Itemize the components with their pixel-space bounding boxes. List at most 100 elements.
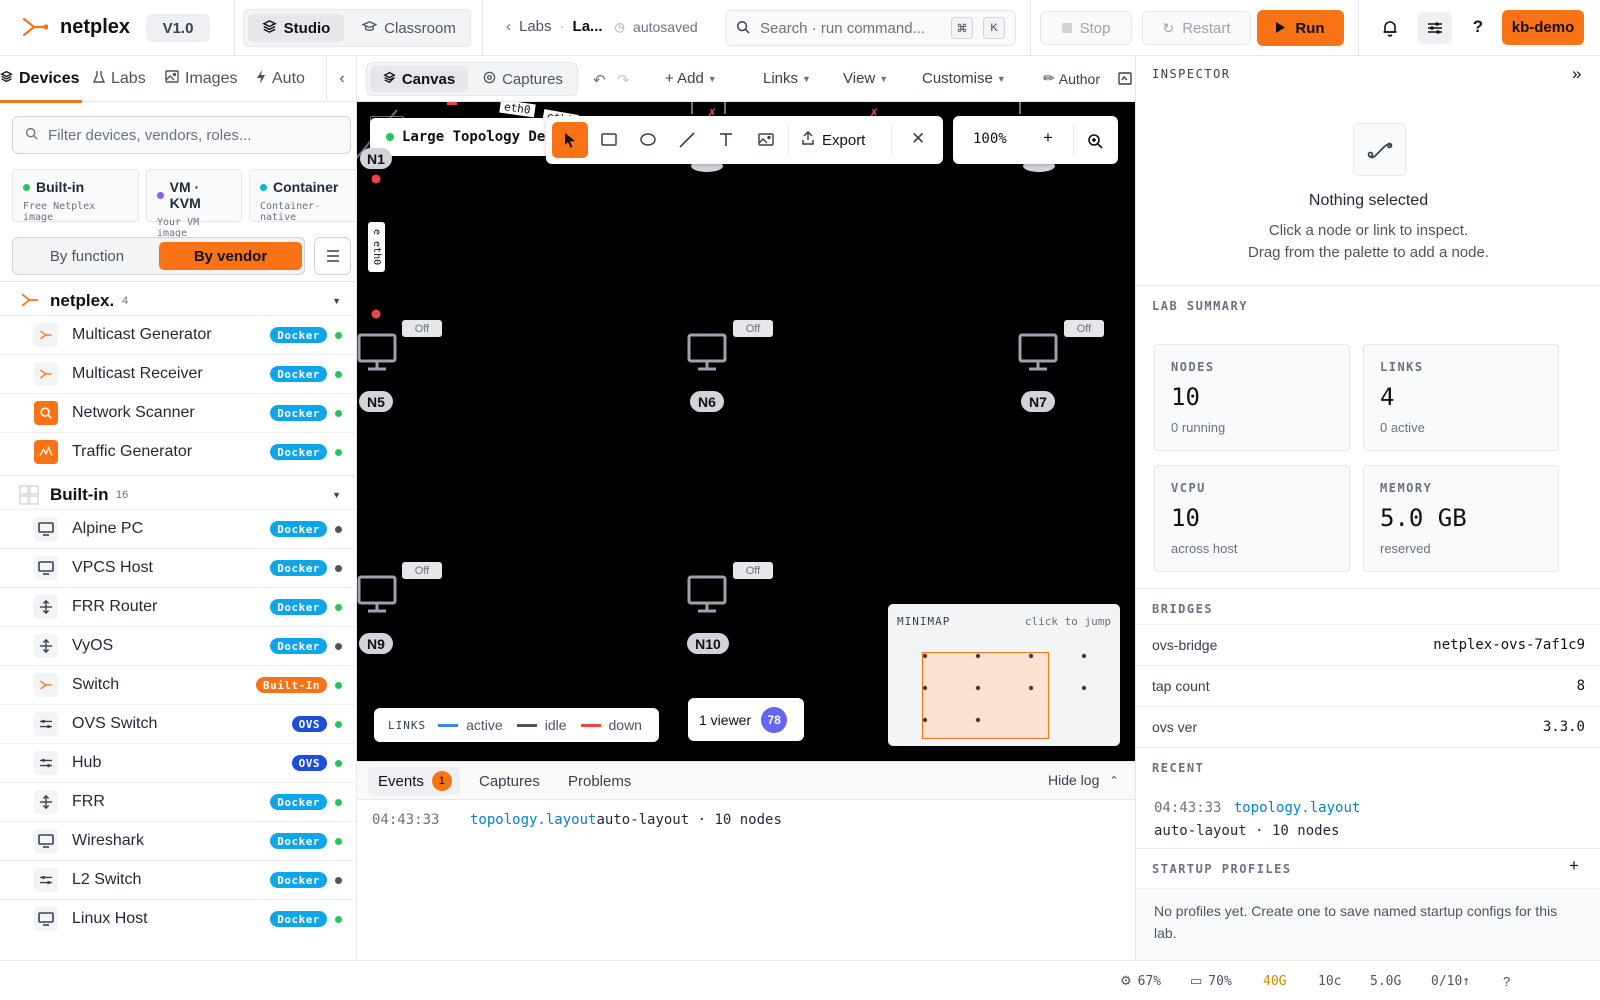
monitor-icon	[34, 517, 58, 541]
drawing-toolbar: Export ✕	[546, 116, 943, 164]
netplex-logo-icon	[22, 17, 48, 37]
node-label-n1[interactable]: N1	[360, 148, 392, 169]
device-filter-input[interactable]: Filter devices, vendors, roles...	[48, 127, 251, 144]
by-function-button[interactable]: By function	[17, 242, 157, 270]
ellipse-tool-icon[interactable]	[640, 133, 656, 149]
run-button[interactable]: Run	[1257, 10, 1344, 46]
device-item[interactable]: VPCS Host Docker	[0, 548, 356, 587]
status-dot	[386, 133, 394, 141]
canvas-tab[interactable]: Canvas	[370, 66, 468, 92]
chevron-left-icon[interactable]: ‹	[506, 18, 511, 35]
device-item[interactable]: Multicast Generator Docker	[0, 315, 356, 354]
command-search[interactable]: Search · run command... ⌘ K	[725, 10, 1016, 46]
device-item[interactable]: Hub OVS	[0, 743, 356, 782]
memory-icon: ▭	[1190, 973, 1203, 988]
device-item[interactable]: Wireshark Docker	[0, 821, 356, 860]
vendor-group-built-in[interactable]: Built-in 16 ▼	[0, 475, 356, 513]
bridge-row: ovs ver 3.3.0	[1136, 706, 1600, 747]
vendor-group-netplex[interactable]: netplex. 4 ▼	[0, 281, 356, 319]
tab-log-captures[interactable]: Captures	[479, 773, 540, 790]
legend-active-swatch	[438, 723, 459, 727]
image-type-badge: Docker	[270, 521, 327, 537]
monitor-icon	[687, 575, 727, 613]
chip-container[interactable]: Container Container-native	[249, 169, 356, 223]
author-button[interactable]: ✏ Author	[1043, 70, 1100, 87]
zoom-in-plus-icon[interactable]: +	[1043, 128, 1053, 148]
classroom-mode-button[interactable]: Classroom	[352, 14, 466, 42]
tab-auto[interactable]: Auto	[256, 56, 305, 102]
group-by-toggle: By function By vendor	[12, 237, 305, 275]
hide-log-button[interactable]: Hide log ⌃	[1048, 772, 1119, 788]
status-dot	[335, 837, 342, 845]
breadcrumb-labs[interactable]: Labs	[519, 18, 552, 35]
bridge-row: ovs-bridge netplex-ovs-7af1c9	[1136, 624, 1600, 665]
links-menu[interactable]: Links ▼	[763, 70, 811, 87]
list-view-icon[interactable]	[314, 237, 351, 275]
text-tool-icon[interactable]	[719, 132, 733, 150]
status-dot	[335, 525, 342, 533]
device-item[interactable]: OVS Switch OVS	[0, 704, 356, 743]
status-dot	[335, 915, 342, 923]
tab-problems[interactable]: Problems	[568, 773, 631, 790]
restart-button[interactable]: ↻ Restart	[1142, 11, 1251, 45]
studio-mode-button[interactable]: Studio	[248, 14, 344, 42]
search-input[interactable]: Search · run command...	[760, 20, 941, 37]
device-item[interactable]: Traffic Generator Docker	[0, 432, 356, 471]
line-tool-icon[interactable]	[679, 132, 695, 151]
stop-button[interactable]: Stop	[1040, 11, 1132, 45]
add-menu[interactable]: + Add ▼	[665, 70, 717, 87]
topology-canvas[interactable]: ✗ ✗ eth0 eth0 e eth0 Large Topology De E…	[357, 102, 1135, 761]
view-menu[interactable]: View ▼	[843, 70, 888, 87]
device-filter[interactable]: Filter devices, vendors, roles...	[12, 116, 351, 154]
collapse-inspector-chevron-icon[interactable]: »	[1572, 64, 1581, 84]
undo-icon[interactable]: ↶	[593, 71, 606, 89]
redo-icon[interactable]: ↷	[617, 71, 630, 89]
device-item[interactable]: VyOS Docker	[0, 626, 356, 665]
device-item[interactable]: Multicast Receiver Docker	[0, 354, 356, 393]
customise-menu[interactable]: Customise ▼	[922, 70, 1006, 87]
user-account-button[interactable]: kb-demo	[1502, 10, 1584, 45]
tab-devices[interactable]: Devices	[0, 56, 80, 102]
select-tool-cursor-icon[interactable]	[552, 122, 588, 158]
device-palette: Devices Labs Images Auto ‹ Filter device…	[0, 56, 357, 960]
canvas-view-switch: Canvas Captures	[366, 62, 578, 96]
app-logo[interactable]: netplex	[22, 15, 130, 39]
add-profile-plus-icon[interactable]: +	[1569, 856, 1579, 876]
zoom-fit-magnifier-icon[interactable]	[1087, 133, 1103, 152]
export-button[interactable]: Export	[802, 126, 865, 154]
tab-images[interactable]: Images	[165, 56, 237, 102]
image-tool-icon[interactable]	[758, 133, 774, 149]
device-item[interactable]: FRR Docker	[0, 782, 356, 821]
device-item[interactable]: FRR Router Docker	[0, 587, 356, 626]
device-item[interactable]: Network Scanner Docker	[0, 393, 356, 432]
pencil-icon: ✏	[1043, 70, 1055, 86]
rectangle-tool-icon[interactable]	[601, 133, 617, 149]
settings-sliders-icon[interactable]	[1418, 12, 1452, 44]
collapse-panel-chevron-icon[interactable]: ‹	[326, 56, 356, 102]
device-item[interactable]: Alpine PC Docker	[0, 509, 356, 548]
captures-tab[interactable]: Captures	[471, 66, 575, 92]
image-type-badge: Docker	[270, 366, 327, 382]
profiles-empty-text: No profiles yet. Create one to save name…	[1154, 903, 1558, 941]
close-toolbar-icon[interactable]: ✕	[911, 129, 925, 149]
device-item[interactable]: Linux Host Docker	[0, 899, 356, 938]
status-dot	[157, 191, 164, 199]
tab-labs[interactable]: Labs	[92, 56, 146, 102]
image-icon	[165, 70, 179, 88]
traffic-icon	[34, 440, 58, 464]
tab-events[interactable]: Events 1	[368, 767, 460, 795]
chip-vm-kvm[interactable]: VM · KVM Your VM image	[146, 169, 242, 239]
device-item[interactable]: L2 Switch Docker	[0, 860, 356, 899]
help-icon[interactable]: ?	[1468, 15, 1488, 39]
viewer-count[interactable]: 1 viewer 78	[688, 698, 804, 741]
status-help-icon[interactable]: ?	[1503, 961, 1510, 1000]
breadcrumb-current-lab[interactable]: La...	[573, 18, 603, 35]
panel-toggle-icon[interactable]	[1118, 72, 1132, 88]
device-item[interactable]: Switch Built-In	[0, 665, 356, 704]
recent-message: auto-layout · 10 nodes	[1154, 823, 1340, 839]
by-vendor-button[interactable]: By vendor	[159, 242, 302, 270]
divider	[234, 0, 235, 56]
bell-icon[interactable]	[1378, 17, 1402, 39]
minimap[interactable]: MINIMAP click to jump	[888, 604, 1120, 746]
chip-built-in[interactable]: Built-in Free Netplex image	[12, 169, 139, 223]
